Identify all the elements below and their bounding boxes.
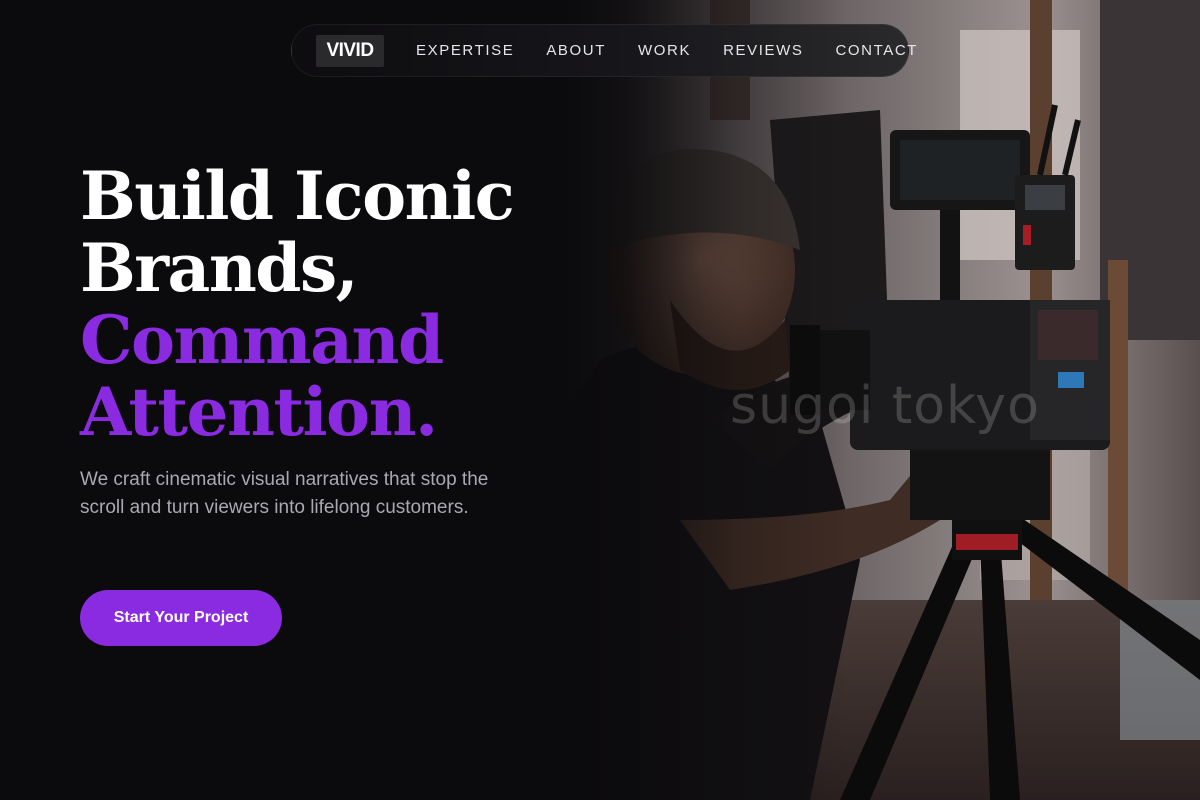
nav-link-expertise[interactable]: EXPERTISE xyxy=(416,42,514,59)
nav-links: EXPERTISE ABOUT WORK REVIEWS CONTACT xyxy=(416,42,918,59)
nav-link-reviews[interactable]: REVIEWS xyxy=(723,42,803,59)
start-project-button[interactable]: Start Your Project xyxy=(80,590,282,646)
nav-link-contact[interactable]: CONTACT xyxy=(835,42,918,59)
brand-logo[interactable]: VIVID xyxy=(316,34,384,67)
headline-line-1: Build Iconic xyxy=(80,157,515,235)
nav-link-work[interactable]: WORK xyxy=(638,42,691,59)
headline-line-3: Command xyxy=(80,301,444,379)
nav-link-about[interactable]: ABOUT xyxy=(546,42,606,59)
image-watermark: sugoi tokyo xyxy=(730,376,1040,436)
hero-subtitle: We craft cinematic visual narratives tha… xyxy=(80,469,489,518)
hero-headline: Build Iconic Brands, Command Attention. xyxy=(80,157,515,451)
headline-line-2: Brands, xyxy=(80,229,359,307)
headline-line-4: Attention. xyxy=(80,373,438,451)
landing-page: sugoi tokyo VIVID EXPERTISE ABOUT WORK R… xyxy=(0,0,1200,800)
top-navigation: VIVID EXPERTISE ABOUT WORK REVIEWS CONTA… xyxy=(291,24,916,77)
